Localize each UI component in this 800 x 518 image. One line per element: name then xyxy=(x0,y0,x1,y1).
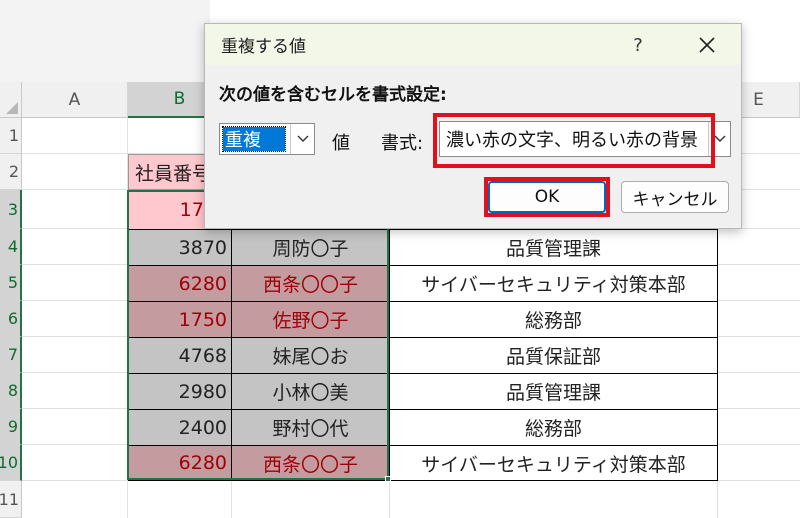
cell-text: 野村〇代 xyxy=(272,418,349,440)
fill-handle[interactable] xyxy=(385,476,391,482)
row-header-10[interactable]: 10 xyxy=(0,445,22,481)
help-button[interactable]: ? xyxy=(621,28,655,62)
cell-text: 社員番号 xyxy=(135,162,212,185)
row-label: 2 xyxy=(8,162,19,181)
cell-text: 品質保証部 xyxy=(505,346,601,368)
ok-button[interactable]: OK xyxy=(488,181,606,213)
row-label: 3 xyxy=(7,199,18,219)
row-header-2[interactable]: 2 xyxy=(0,154,22,190)
duplicate-values-dialog: 重複する値 ? 次の値を含むセルを書式設定: 重複 値 書式: 濃い赤の文字、明… xyxy=(204,23,742,229)
cell-b4[interactable]: 3870 xyxy=(128,229,232,266)
cancel-button[interactable]: キャンセル xyxy=(621,181,729,213)
cell-d4[interactable]: 品質管理課 xyxy=(389,229,718,266)
cell-c6[interactable]: 佐野〇子 xyxy=(231,301,390,338)
formula-bar-area xyxy=(0,0,210,82)
format-dropdown-button[interactable] xyxy=(708,122,730,156)
row-label: 1 xyxy=(8,126,19,145)
dialog-titlebar[interactable]: 重複する値 ? xyxy=(205,24,741,65)
cell-text: 2400 xyxy=(178,416,227,439)
row-header-1[interactable]: 1 xyxy=(0,118,22,154)
row-label: 4 xyxy=(7,237,18,256)
cell-c5[interactable]: 西条〇〇子 xyxy=(231,265,390,302)
column-header-a[interactable]: A xyxy=(22,82,128,118)
column-label: A xyxy=(68,89,81,110)
cell-d6[interactable]: 総務部 xyxy=(389,301,718,338)
row-label: 6 xyxy=(7,309,18,328)
format-select[interactable]: 濃い赤の文字、明るい赤の背景 xyxy=(439,121,731,157)
cell-text: 3870 xyxy=(178,236,227,259)
row-label: 5 xyxy=(7,273,18,292)
cell-text: 品質管理課 xyxy=(505,238,601,260)
row-label: 11 xyxy=(0,489,19,509)
condition-selected-value: 重複 xyxy=(222,126,286,152)
condition-dropdown-button[interactable] xyxy=(290,124,314,154)
row-header-9[interactable]: 9 xyxy=(0,409,22,445)
close-button[interactable] xyxy=(687,28,727,62)
column-label: B xyxy=(173,89,186,109)
row-header-4[interactable]: 4 xyxy=(0,229,22,265)
cell-b8[interactable]: 2980 xyxy=(128,373,232,410)
cell-b6[interactable]: 1750 xyxy=(128,301,232,338)
cell-c7[interactable]: 妹尾〇お xyxy=(231,337,390,374)
cell-text: 佐野〇子 xyxy=(272,310,349,332)
cell-d10[interactable]: サイバーセキュリティ対策本部 xyxy=(389,445,718,481)
row-header-7[interactable]: 7 xyxy=(0,337,22,373)
value-label: 値 xyxy=(332,133,350,154)
chevron-down-icon xyxy=(297,135,308,142)
cell-b10[interactable]: 6280 xyxy=(128,445,232,481)
row-label: 10 xyxy=(0,453,18,472)
cell-d8[interactable]: 品質管理課 xyxy=(389,373,718,410)
dialog-title: 重複する値 xyxy=(221,37,306,57)
cell-text: 4768 xyxy=(178,344,227,367)
cell-c10[interactable]: 西条〇〇子 xyxy=(231,445,390,481)
row-header-11[interactable]: 11 xyxy=(0,481,22,518)
cell-d9[interactable]: 総務部 xyxy=(389,409,718,446)
cell-text: サイバーセキュリティ対策本部 xyxy=(421,274,686,296)
cell-text: 6280 xyxy=(178,452,227,474)
cell-b5[interactable]: 6280 xyxy=(128,265,232,302)
cell-text: 1750 xyxy=(178,308,227,331)
chevron-down-icon xyxy=(714,135,725,142)
cell-d7[interactable]: 品質保証部 xyxy=(389,337,718,374)
row-header-8[interactable]: 8 xyxy=(0,373,22,409)
cell-text: 2980 xyxy=(178,380,227,403)
cell-text: 小林〇美 xyxy=(272,382,349,404)
cell-text: 総務部 xyxy=(524,310,582,332)
row-header-5[interactable]: 5 xyxy=(0,265,22,301)
format-label: 書式: xyxy=(381,133,424,154)
select-all-corner[interactable] xyxy=(0,82,22,118)
format-selected-value: 濃い赤の文字、明るい赤の背景 xyxy=(446,130,698,151)
cell-text: 品質管理課 xyxy=(505,382,601,404)
cell-b7[interactable]: 4768 xyxy=(128,337,232,374)
cell-text: 周防〇子 xyxy=(272,238,349,260)
cell-b9[interactable]: 2400 xyxy=(128,409,232,446)
column-label: E xyxy=(753,89,764,110)
cell-text: 西条〇〇子 xyxy=(262,453,358,476)
cell-c9[interactable]: 野村〇代 xyxy=(231,409,390,446)
cell-text: 西条〇〇子 xyxy=(262,274,358,296)
cell-text: サイバーセキュリティ対策本部 xyxy=(421,453,686,476)
row-header-6[interactable]: 6 xyxy=(0,301,22,337)
cell-c4[interactable]: 周防〇子 xyxy=(231,229,390,266)
cell-text: 6280 xyxy=(178,272,227,295)
row-label: 8 xyxy=(7,381,18,400)
close-icon xyxy=(699,37,715,53)
row-header-3[interactable]: 3 xyxy=(0,190,22,229)
dialog-heading: 次の値を含むセルを書式設定: xyxy=(219,85,447,105)
cell-d5[interactable]: サイバーセキュリティ対策本部 xyxy=(389,265,718,302)
cell-text: 妹尾〇お xyxy=(272,346,349,368)
corner-select-icon xyxy=(6,102,18,114)
row-label: 9 xyxy=(7,417,18,436)
condition-select[interactable]: 重複 xyxy=(219,123,315,155)
cell-c8[interactable]: 小林〇美 xyxy=(231,373,390,410)
cell-text: 総務部 xyxy=(524,418,582,440)
row-label: 7 xyxy=(7,345,18,364)
